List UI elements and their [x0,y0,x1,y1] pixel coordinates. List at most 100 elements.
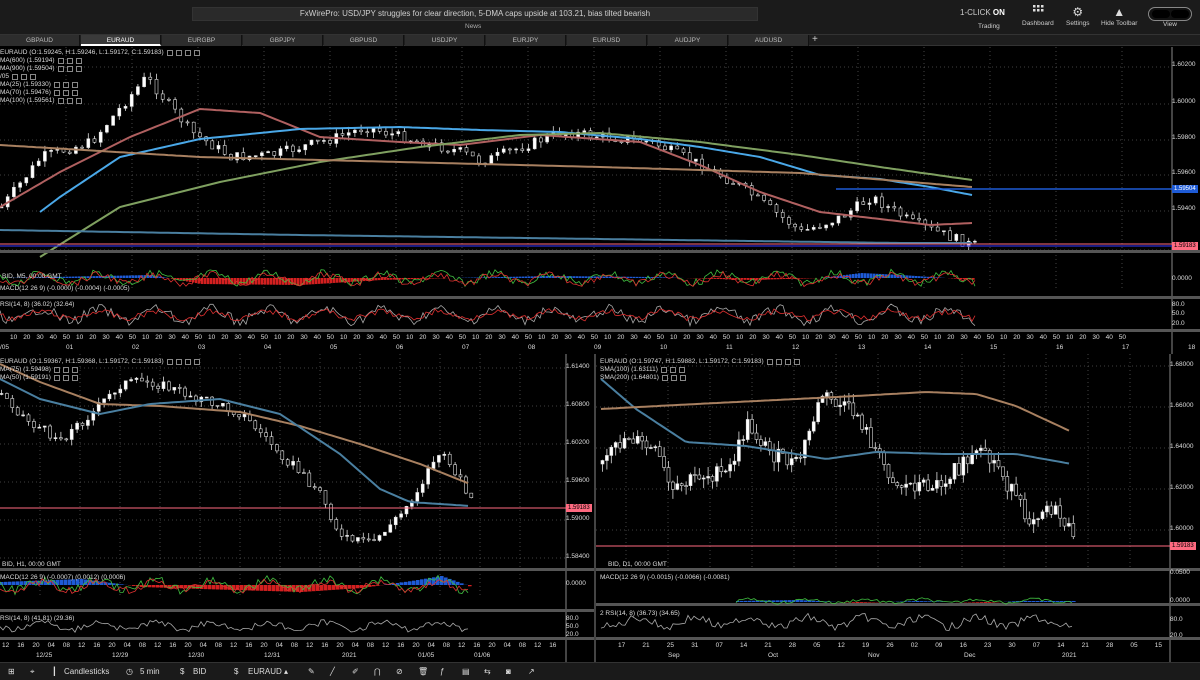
h1-candle [339,528,344,537]
h1-candle [75,422,79,430]
m5-macd-hist-bar [726,278,729,280]
tab-audusd[interactable]: AUDUSD [729,35,809,46]
m5-candle [756,194,760,197]
line-tool-icon[interactable]: ╱ [330,667,335,676]
tab-usdjpy[interactable]: USDJPY [405,35,485,46]
m5-time-tick: 30 [102,334,110,341]
h1-macd-hist-bar [156,585,160,588]
d1-chart-canvas[interactable] [596,354,1200,662]
m5-legend-ma70: MA(70) (1.59476) [0,89,51,96]
d1-chart-pane[interactable]: EURAUD (O:1.59747, H:1.59882, L:1.59172,… [596,354,1200,662]
add-tab-button[interactable]: + [812,34,818,45]
magnet-icon[interactable]: ⋂ [374,667,381,676]
h1-time-axis[interactable]: 12 16 20 04 08 12 16 20 04 08 12 16 20 04 08 12 16 20 04 08… [0,642,566,662]
h1-candle [21,414,25,417]
view-toggle[interactable] [1148,7,1192,21]
m5-candle [291,145,295,152]
d1-macd-hist-bar [912,601,916,602]
h1-candle [177,387,182,389]
pencil-icon[interactable]: ✎ [308,667,315,676]
m5-candle [787,217,791,225]
d1-candle [737,439,741,462]
m5-time-hour: 04 [264,344,272,351]
m5-time-tick: 20 [1079,334,1087,341]
m5-candle [855,201,859,212]
h1-macd-hist-bar [356,585,360,589]
tab-eurgbp[interactable]: EURGBP [162,35,242,46]
m5-chart-pane[interactable]: EURAUD (O:1.59245, H:1.59246, L:1.59172,… [0,47,1200,354]
settings-button[interactable]: ⚙ Settings [1066,4,1090,27]
m5-macd-hist-bar [747,278,750,280]
m5-price-scale[interactable]: 1.60200 1.60000 1.59800 1.59600 1.59400 … [1172,47,1200,354]
clock-icon: ◷ [126,667,133,676]
d1-time-axis[interactable]: 17 21 25 31 07 14 21 28 05 12 19 26 02 09 16 23 30 07 14 21… [596,642,1170,662]
crosshair-icon[interactable]: ⌖ [30,667,35,677]
hide-toolbar-label: Hide Toolbar [1101,20,1138,27]
tab-eurusd[interactable]: EURUSD [567,35,647,46]
eye-off-icon[interactable]: ⊘ [396,667,403,676]
template-icon[interactable]: ▤ [462,667,470,676]
h1-time-date: 2021 [342,652,357,659]
h1-time-date: 12/29 [112,652,129,659]
m5-time-tick: 50 [326,334,335,341]
h1-chart-pane[interactable]: EURAUD (O:1.59367, H:1.59368, L:1.59172,… [0,354,594,662]
tab-eurjpy[interactable]: EURJPY [486,35,566,46]
d1-candle [631,438,636,444]
m5-macd-hist-bar [744,278,747,280]
h1-chart-canvas[interactable] [0,354,594,662]
brush-icon[interactable]: ✐ [352,667,359,676]
price-type-selector[interactable]: BID [193,667,206,676]
h1-time-tick: 16 [245,642,253,649]
trash-icon[interactable]: 🗑 [418,667,428,676]
camera-icon[interactable]: ◙ [506,667,511,676]
m5-time-axis[interactable]: 10 20 30 40 50 10 20 30 40 50 10 20 30 40 50 10 20 30 40 50… [0,334,1195,354]
hide-toolbar-button[interactable]: ▲ Hide Toolbar [1101,4,1137,27]
d1-time-month: Dec [964,652,976,659]
chevron-up-icon[interactable]: ▴ [284,667,288,676]
tab-gbpusd[interactable]: GBPUSD [324,35,404,46]
d1-price-scale[interactable]: 1.68000 1.66000 1.64000 1.62000 1.60000 … [1170,354,1200,662]
m5-candle [495,151,500,156]
d1-candle [1014,483,1018,496]
m5-candle [340,133,345,136]
tab-gbpjpy[interactable]: GBPJPY [243,35,323,46]
m5-candle [253,155,258,157]
m5-time-hour: 09 [594,344,602,351]
compare-icon[interactable]: ⇆ [484,667,491,676]
interval-selector[interactable]: 5 min [140,667,160,676]
d1-candle [957,463,961,476]
m5-candle [191,121,196,134]
d1-candle [899,485,904,488]
m5-candle [260,152,264,156]
m5-time-hour: 16 [1056,344,1064,351]
tab-gbpaud[interactable]: GBPAUD [0,35,80,46]
m5-macd-hist-bar [609,276,612,278]
d1-macd-hist-bar [916,601,920,602]
news-ticker[interactable]: FxWirePro: USD/JPY struggles for clear d… [192,7,758,21]
d1-candle [715,466,719,482]
h1-time-tick: 12 [534,642,542,649]
dashboard-button[interactable]: Dashboard [1022,4,1054,27]
symbol-selector[interactable]: EURAUD [248,667,282,676]
d1-candle [763,441,768,446]
m5-macd-hist-bar [774,278,777,280]
m5-macd-hist-bar [63,276,66,278]
m5-candle [675,145,680,150]
d1-legend-ohlc: EURAUD (O:1.59747, H:1.59882, L:1.59172,… [600,358,764,365]
d1-candle [750,419,754,434]
d1-candle [745,419,750,440]
m5-macd-hist-bar [72,276,75,278]
chart-type-selector[interactable]: Candlesticks [64,667,109,676]
m5-time-tick: 30 [630,334,638,341]
h1-time-date: 12/30 [188,652,205,659]
one-click-toggle[interactable]: 1-CLICK ON [960,8,1005,17]
symbol-icon: $ [234,667,239,676]
layout-icon[interactable]: ⊞ [8,667,15,676]
h1-candle [48,425,52,439]
h1-candle [86,419,90,426]
tab-audjpy[interactable]: AUDJPY [648,35,728,46]
share-icon[interactable]: ↗ [528,667,535,676]
m5-time-hour: 17 [1122,344,1130,351]
tab-euraud[interactable]: EURAUD [81,35,161,46]
indicator-icon[interactable]: ƒ [440,667,444,676]
